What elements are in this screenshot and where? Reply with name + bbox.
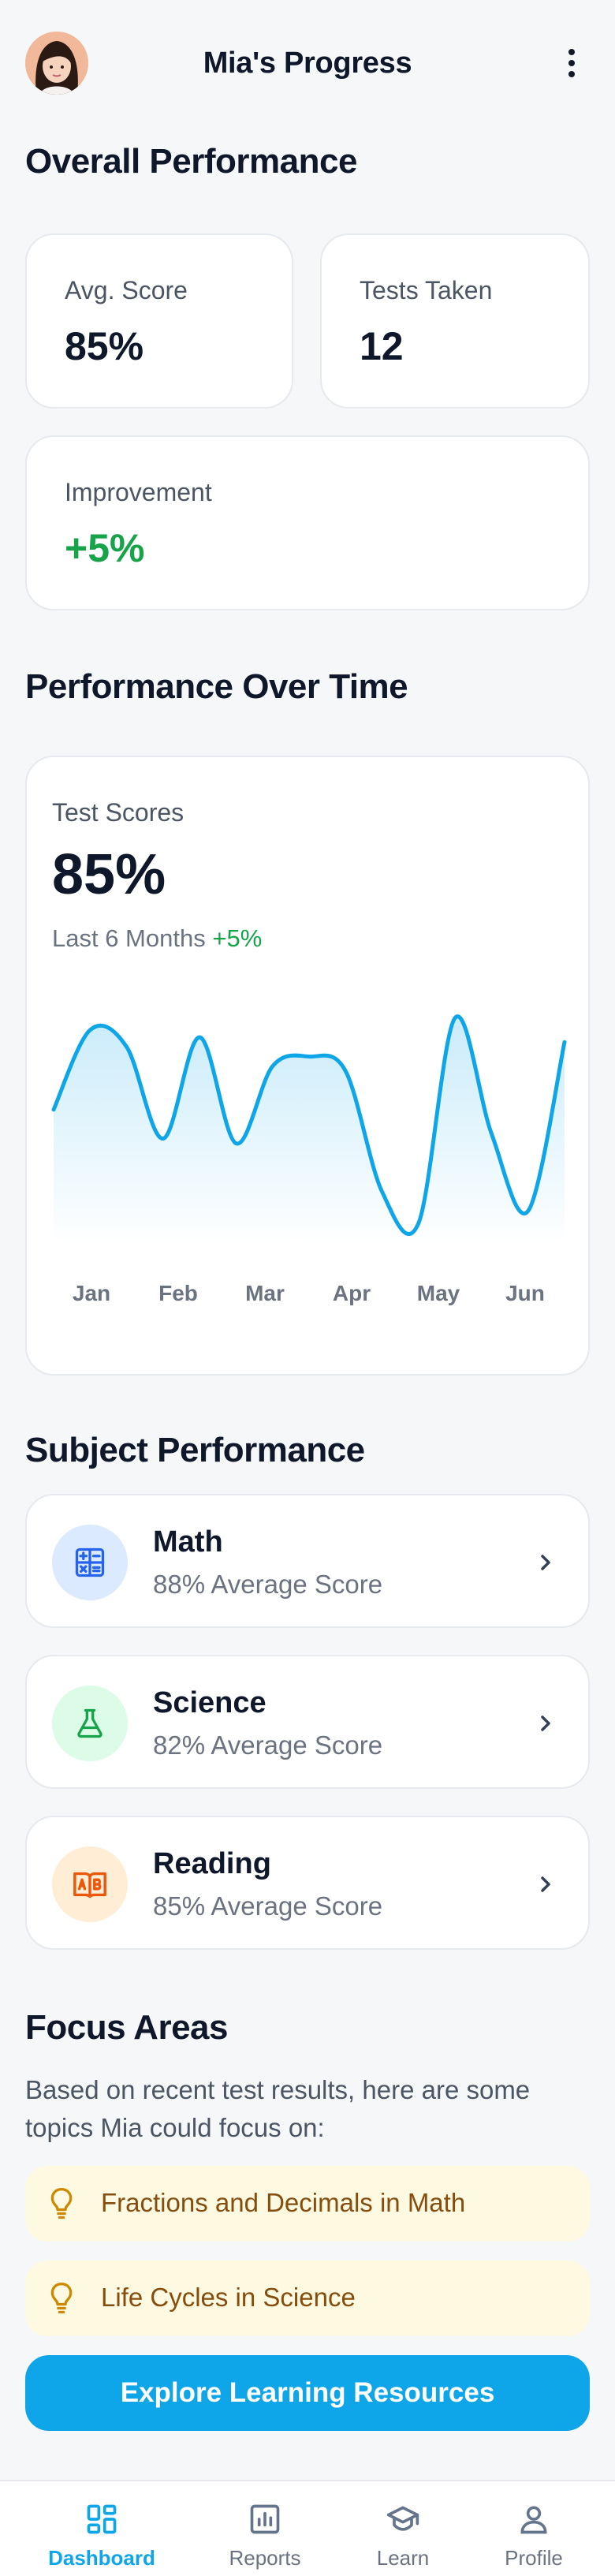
stat-value: +5% bbox=[65, 526, 145, 570]
subject-name: Science bbox=[153, 1686, 266, 1719]
chevron-right-icon bbox=[541, 1876, 550, 1892]
page-title: Mia's Progress bbox=[203, 46, 412, 80]
more-vertical-dot bbox=[568, 60, 575, 66]
stat-value: 85% bbox=[65, 324, 144, 368]
chart-x-tick-label: May bbox=[416, 1281, 460, 1305]
more-vertical-dot bbox=[568, 71, 575, 77]
chart-x-tick-label: Apr bbox=[332, 1281, 371, 1305]
dashboard-icon bbox=[87, 2504, 117, 2534]
stat-card-tests-taken: Tests Taken 12 bbox=[320, 233, 590, 409]
focus-item[interactable]: Fractions and Decimals in Math bbox=[25, 2166, 590, 2242]
nav-item-dashboard[interactable]: Dashboard bbox=[43, 2481, 161, 2576]
stat-label: Improvement bbox=[65, 478, 212, 506]
girl-avatar-icon bbox=[25, 32, 88, 95]
focus-description: Based on recent test results, here are s… bbox=[25, 2075, 531, 2142]
chevron-right-icon bbox=[541, 1715, 550, 1731]
calculator-icon bbox=[52, 1525, 128, 1600]
explore-learning-resources-button[interactable]: Explore Learning Resources bbox=[25, 2355, 590, 2431]
subject-card-math[interactable]: Math 88% Average Score bbox=[25, 1494, 590, 1628]
stat-card-avg-score: Avg. Score 85% bbox=[25, 233, 293, 409]
chart-x-tick-label: Jun bbox=[505, 1281, 545, 1305]
book-icon bbox=[52, 1846, 128, 1922]
more-options-button[interactable] bbox=[560, 44, 583, 82]
stat-value: 12 bbox=[360, 324, 404, 368]
nav-item-reports[interactable]: Reports bbox=[206, 2481, 324, 2576]
avatar[interactable] bbox=[25, 32, 88, 95]
app-header: Mia's Progress bbox=[0, 0, 615, 126]
focus-item[interactable]: Life Cycles in Science bbox=[25, 2261, 590, 2336]
test-scores-chart-card: Test Scores 85% Last 6 Months +5% Jan Feb… bbox=[25, 756, 590, 1376]
more-vertical-icon bbox=[568, 49, 575, 55]
chevron-right-icon bbox=[541, 1555, 550, 1570]
performance-over-time-title: Performance Over Time bbox=[25, 667, 408, 706]
chart-x-tick-label: Jan bbox=[72, 1281, 111, 1305]
stat-label: Avg. Score bbox=[65, 276, 188, 304]
chart-x-tick-label: Feb bbox=[158, 1281, 198, 1305]
nav-label: Dashboard bbox=[48, 2546, 155, 2570]
overall-performance-title: Overall Performance bbox=[25, 142, 357, 181]
flask-icon bbox=[52, 1686, 128, 1761]
chart-x-tick-label: Mar bbox=[245, 1281, 285, 1305]
focus-item-text: Life Cycles in Science bbox=[101, 2283, 356, 2312]
bar-chart-icon bbox=[250, 2504, 280, 2534]
nav-label: Learn bbox=[376, 2546, 430, 2570]
subject-card-science[interactable]: Science 82% Average Score bbox=[25, 1655, 590, 1789]
nav-label: Profile bbox=[505, 2546, 563, 2570]
subject-performance-title: Subject Performance bbox=[25, 1431, 365, 1469]
subject-name: Reading bbox=[153, 1847, 271, 1880]
stat-card-improvement: Improvement +5% bbox=[25, 435, 590, 610]
nav-item-profile[interactable]: Profile bbox=[475, 2481, 593, 2576]
focus-item-text: Fractions and Decimals in Math bbox=[101, 2188, 466, 2217]
stat-label: Tests Taken bbox=[360, 276, 493, 304]
user-icon bbox=[520, 2506, 547, 2534]
subject-score: 88% Average Score bbox=[153, 1570, 383, 1599]
lightbulb-icon bbox=[50, 2188, 73, 2219]
subject-score: 85% Average Score bbox=[153, 1891, 383, 1921]
lightbulb-icon bbox=[50, 2283, 73, 2314]
nav-item-learn[interactable]: Learn bbox=[344, 2481, 462, 2576]
subject-card-reading[interactable]: Reading 85% Average Score bbox=[25, 1816, 590, 1950]
subject-score: 82% Average Score bbox=[153, 1730, 383, 1760]
graduation-cap-icon bbox=[386, 2506, 419, 2531]
bottom-nav: Dashboard Reports Learn Profile bbox=[0, 2480, 615, 2576]
subject-name: Math bbox=[153, 1525, 223, 1559]
nav-label: Reports bbox=[229, 2546, 301, 2570]
focus-areas-title: Focus Areas bbox=[25, 2008, 228, 2047]
